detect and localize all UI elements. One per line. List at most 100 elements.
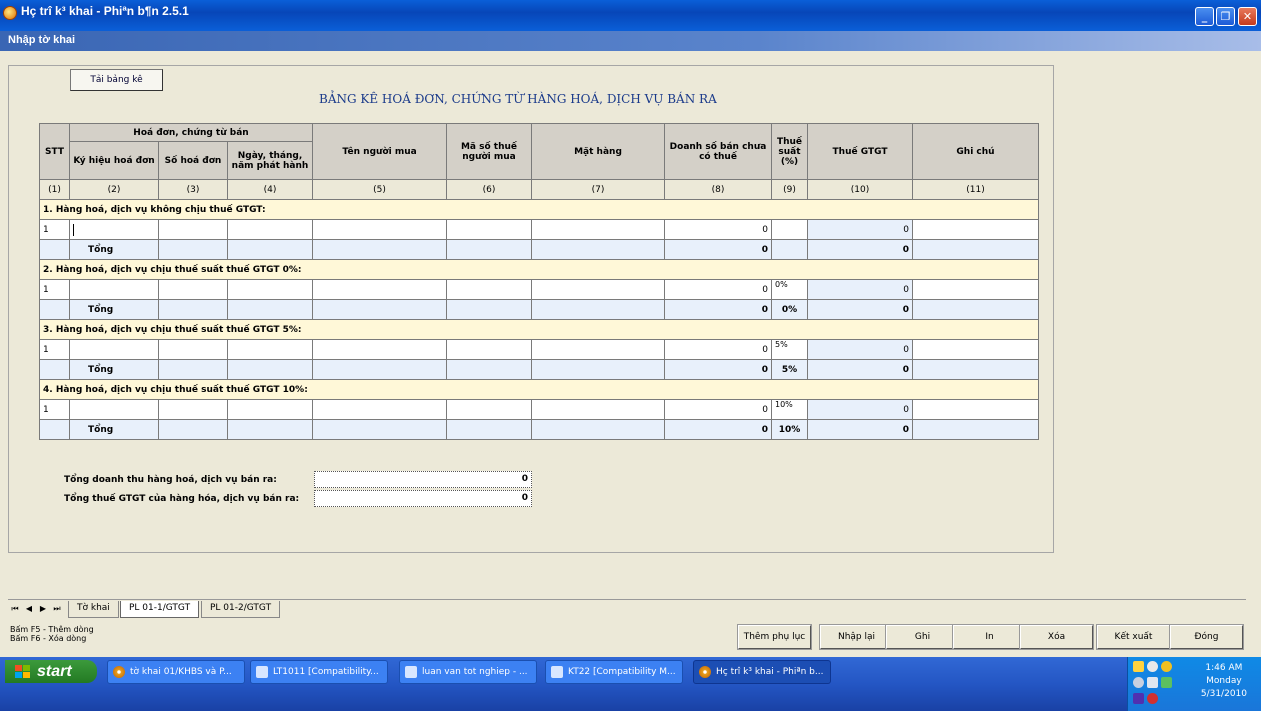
col-number: (3) [158, 179, 228, 200]
header-stt: STT [39, 123, 70, 180]
network-icon[interactable] [1161, 677, 1172, 688]
tray-icon[interactable] [1133, 693, 1144, 704]
tax-code-cell[interactable] [446, 339, 532, 360]
vat-cell: 0 [807, 219, 913, 240]
section-title: 3. Hàng hoá, dịch vụ chịu thuế suất thuế… [39, 319, 1039, 340]
keyboard-hints: Bấm F5 - Thêm dòng Bấm F6 - Xóa dòng [10, 625, 94, 643]
buyer-cell[interactable] [312, 219, 447, 240]
reenter-button[interactable]: Nhập lại [819, 624, 894, 650]
taskbar-item-active[interactable]: Hç trî k³ khai - Phiªn b... [693, 660, 831, 684]
item-cell[interactable] [531, 399, 665, 420]
revenue-cell[interactable]: 0 [664, 399, 772, 420]
restore-button[interactable]: ❐ [1216, 7, 1235, 26]
item-cell[interactable] [531, 339, 665, 360]
taskbar-item[interactable]: KT22 [Compatibility M... [545, 660, 683, 684]
total-vat: 0 [807, 239, 913, 260]
document-icon [551, 666, 563, 678]
prev-sheet-icon[interactable]: ◀ [24, 603, 34, 615]
print-button[interactable]: In [952, 624, 1027, 650]
rate-cell[interactable]: 10% [771, 399, 808, 420]
clock[interactable]: 1:46 AM Monday 5/31/2010 [1201, 662, 1247, 701]
number-cell[interactable] [158, 399, 228, 420]
revenue-cell[interactable]: 0 [664, 279, 772, 300]
row-stt: 1 [39, 219, 70, 240]
symbol-cell[interactable] [69, 279, 159, 300]
load-list-button[interactable]: Tải bảng kê [70, 69, 163, 91]
tab-to-khai[interactable]: Tờ khai [68, 601, 119, 618]
buyer-cell[interactable] [312, 339, 447, 360]
rate-cell[interactable]: 5% [771, 339, 808, 360]
menu-title[interactable]: Nhập tờ khai [8, 34, 75, 46]
header-buyer: Tên người mua [312, 123, 447, 180]
tab-pl-01-2[interactable]: PL 01-2/GTGT [201, 601, 281, 618]
total-rate: 0% [771, 299, 808, 320]
volume-icon[interactable] [1147, 677, 1158, 688]
shield-icon[interactable] [1161, 661, 1172, 672]
add-appendix-button[interactable]: Thêm phụ lục [737, 624, 812, 650]
close-window-button[interactable]: ✕ [1238, 7, 1257, 26]
save-button[interactable]: Ghi [885, 624, 960, 650]
rate-cell[interactable]: 0% [771, 279, 808, 300]
vat-cell: 0 [807, 399, 913, 420]
start-button[interactable]: start [5, 660, 97, 683]
start-label: start [37, 663, 72, 680]
form-panel: Tải bảng kê BẢNG KÊ HOÁ ĐƠN, CHỨNG TỪ HÀ… [8, 65, 1054, 553]
buyer-cell[interactable] [312, 399, 447, 420]
buyer-cell[interactable] [312, 279, 447, 300]
table-row: 1 0 10% 0 [39, 399, 1039, 420]
item-cell[interactable] [531, 279, 665, 300]
number-cell[interactable] [158, 339, 228, 360]
header-item: Mặt hàng [531, 123, 665, 180]
close-button[interactable]: Đóng [1169, 624, 1244, 650]
table-row: 1 0 0% 0 [39, 279, 1039, 300]
security-icon[interactable] [1147, 693, 1158, 704]
header-tax-code: Mã số thuế người mua [446, 123, 532, 180]
symbol-cell[interactable] [69, 339, 159, 360]
text-caret [73, 223, 74, 236]
date-cell[interactable] [227, 339, 313, 360]
first-sheet-icon[interactable]: ⏮ [10, 603, 20, 615]
taskbar-item[interactable]: LT1011 [Compatibility... [250, 660, 388, 684]
app-icon [699, 666, 711, 678]
date-cell[interactable] [227, 219, 313, 240]
minimize-button[interactable]: _ [1195, 7, 1214, 26]
note-cell[interactable] [912, 219, 1039, 240]
date-cell[interactable] [227, 279, 313, 300]
last-sheet-icon[interactable]: ⏭ [52, 603, 62, 615]
delete-button[interactable]: Xóa [1019, 624, 1094, 650]
tab-pl-01-1[interactable]: PL 01-1/GTGT [120, 601, 200, 618]
item-cell[interactable] [531, 219, 665, 240]
tray-icon[interactable] [1133, 677, 1144, 688]
total-row: Tổng 0 10% 0 [39, 419, 1039, 440]
tax-code-cell[interactable] [446, 219, 532, 240]
tax-code-cell[interactable] [446, 279, 532, 300]
clock-day: Monday [1206, 676, 1242, 686]
hint-add-row: Bấm F5 - Thêm dòng [10, 625, 94, 634]
note-cell[interactable] [912, 399, 1039, 420]
vat-cell: 0 [807, 279, 913, 300]
taskbar-item[interactable]: tờ khai 01/KHBS và P... [107, 660, 245, 684]
col-number: (5) [312, 179, 447, 200]
rate-cell[interactable] [771, 219, 808, 240]
tray-icon[interactable] [1147, 661, 1158, 672]
revenue-cell[interactable]: 0 [664, 339, 772, 360]
header-symbol: Ký hiệu hoá đơn [69, 141, 159, 180]
title-bar: Hç trî k³ khai - Phiªn b¶n 2.5.1 _ ❐ ✕ [0, 0, 1261, 31]
note-cell[interactable] [912, 279, 1039, 300]
next-sheet-icon[interactable]: ▶ [38, 603, 48, 615]
number-cell[interactable] [158, 279, 228, 300]
symbol-cell[interactable] [69, 219, 159, 240]
tax-code-cell[interactable] [446, 399, 532, 420]
revenue-cell[interactable]: 0 [664, 219, 772, 240]
taskbar-item[interactable]: luan van tot nghiep - ... [399, 660, 537, 684]
page-title: BẢNG KÊ HOÁ ĐƠN, CHỨNG TỪ HÀNG HOÁ, DỊCH… [319, 92, 717, 106]
col-number: (6) [446, 179, 532, 200]
tray-icon[interactable] [1133, 661, 1144, 672]
number-cell[interactable] [158, 219, 228, 240]
note-cell[interactable] [912, 339, 1039, 360]
symbol-cell[interactable] [69, 399, 159, 420]
invoice-table: STT Hoá đơn, chứng từ bán Tên người mua … [39, 123, 1039, 440]
date-cell[interactable] [227, 399, 313, 420]
export-button[interactable]: Kết xuất [1096, 624, 1171, 650]
taskbar-item-label: Hç trî k³ khai - Phiªn b... [716, 667, 824, 677]
